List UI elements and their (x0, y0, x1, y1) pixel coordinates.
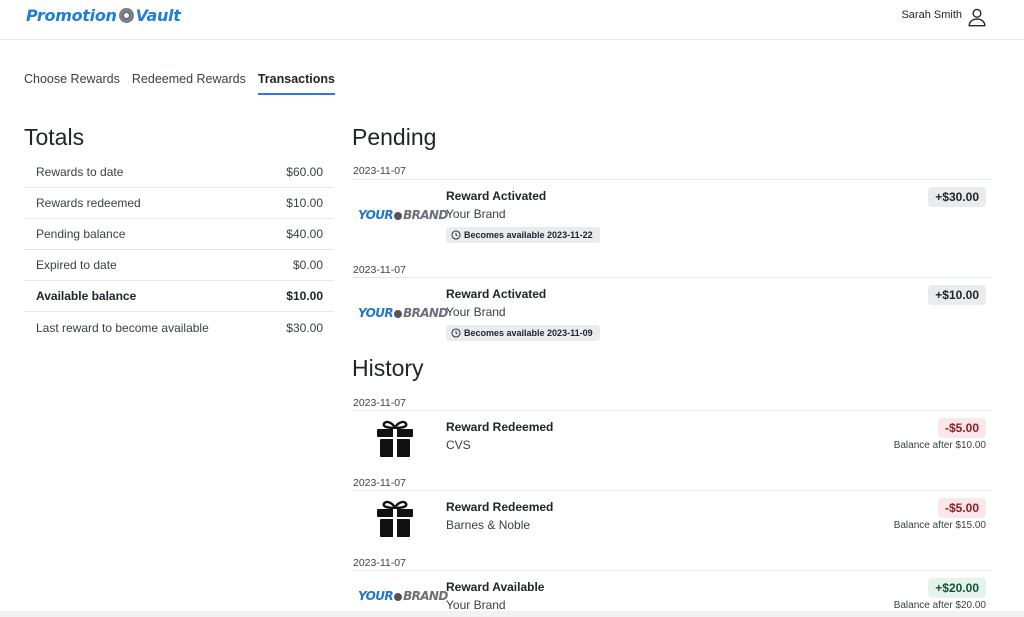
balance-after: Balance after $15.00 (893, 520, 986, 531)
totals-value: $40.00 (286, 227, 323, 241)
transaction-brand: Your Brand (446, 207, 506, 221)
tab-transactions[interactable]: Transactions (257, 70, 335, 95)
availability-chip: Becomes available 2023-11-09 (446, 325, 600, 341)
promotion-vault-logo[interactable]: Promotion Vault (26, 6, 181, 25)
brand-logo-left: YOUR (358, 208, 394, 222)
pending-transaction[interactable]: YOUR BRAND Reward Activated Your Brand Be… (352, 277, 992, 347)
top-header: Promotion Vault Sarah Smith (0, 0, 1024, 40)
totals-label: Expired to date (36, 258, 117, 272)
availability-text: Becomes available 2023-11-09 (464, 328, 593, 338)
your-brand-logo: YOUR BRAND (358, 306, 448, 320)
brand-logo-right: BRAND (403, 306, 448, 320)
totals-value: $30.00 (286, 320, 323, 335)
history-transaction[interactable]: YOUR BRAND Reward Available Your Brand +$… (352, 570, 992, 617)
availability-chip: Becomes available 2023-11-22 (446, 227, 600, 243)
user-profile-icon[interactable] (966, 6, 988, 28)
brand-logo-dot (394, 211, 403, 220)
gift-icon (377, 420, 413, 457)
brand-logo-left: YOUR (358, 306, 394, 320)
transaction-brand: Barnes & Noble (446, 518, 531, 532)
totals-value: $60.00 (286, 165, 323, 179)
availability-text: Becomes available 2023-11-22 (464, 230, 593, 240)
transaction-title: Reward Activated (446, 287, 547, 301)
transaction-brand: Your Brand (446, 305, 506, 319)
history-heading: History (352, 355, 424, 381)
logo-text-left: Promotion (26, 6, 117, 25)
totals-label: Available balance (36, 289, 137, 303)
totals-value: $10.00 (286, 289, 323, 303)
totals-row: Last reward to become available $30.00 (24, 312, 334, 343)
totals-heading: Totals (24, 124, 85, 150)
tab-bar: Choose Rewards Redeemed Rewards Transact… (24, 70, 347, 96)
balance-after: Balance after $20.00 (893, 600, 986, 611)
brand-logo-dot (394, 592, 403, 601)
brand-logo-right: BRAND (403, 208, 448, 222)
tab-choose-rewards[interactable]: Choose Rewards (24, 70, 120, 95)
totals-label: Rewards to date (36, 165, 124, 179)
transaction-title: Reward Redeemed (446, 420, 554, 434)
totals-row: Expired to date $0.00 (24, 250, 334, 281)
totals-label: Last reward to become available (36, 320, 209, 335)
user-name[interactable]: Sarah Smith (901, 9, 962, 21)
totals-table: Rewards to date $60.00 Rewards redeemed … (24, 157, 334, 343)
transaction-amount: +$10.00 (928, 285, 986, 305)
transaction-title: Reward Redeemed (446, 500, 554, 514)
brand-logo-dot (394, 309, 403, 318)
transaction-amount: +$30.00 (928, 187, 986, 207)
transaction-title: Reward Activated (446, 189, 547, 203)
totals-row: Pending balance $40.00 (24, 219, 334, 250)
logo-text-right: Vault (135, 6, 181, 25)
history-transaction[interactable]: Reward Redeemed Barnes & Noble -$5.00 Ba… (352, 490, 992, 556)
transaction-amount: -$5.00 (937, 498, 986, 518)
totals-row: Rewards to date $60.00 (24, 157, 334, 188)
pending-heading: Pending (352, 124, 437, 150)
transaction-brand: Your Brand (446, 598, 506, 612)
clock-icon (451, 328, 461, 338)
transaction-amount: +$20.00 (928, 578, 986, 598)
gift-icon (377, 500, 413, 537)
tab-redeemed-rewards[interactable]: Redeemed Rewards (132, 70, 246, 95)
vault-dial-icon (118, 8, 134, 23)
transaction-date: 2023-11-07 (353, 165, 406, 177)
clock-icon (451, 230, 461, 240)
brand-logo-left: YOUR (358, 589, 394, 603)
transaction-amount: -$5.00 (937, 418, 986, 438)
brand-logo-right: BRAND (403, 589, 448, 603)
totals-row: Rewards redeemed $10.00 (24, 188, 334, 219)
totals-value: $0.00 (292, 258, 323, 272)
totals-row-available-balance: Available balance $10.00 (24, 281, 334, 312)
totals-label: Pending balance (36, 227, 126, 241)
your-brand-logo: YOUR BRAND (358, 208, 448, 222)
your-brand-logo: YOUR BRAND (358, 589, 448, 603)
bottom-edge (0, 611, 1024, 617)
totals-value: $10.00 (286, 196, 323, 210)
transaction-date: 2023-11-07 (353, 264, 406, 276)
transaction-date: 2023-11-07 (353, 557, 406, 569)
transaction-title: Reward Available (446, 580, 545, 594)
totals-label: Rewards redeemed (36, 196, 141, 210)
transaction-date: 2023-11-07 (353, 477, 406, 489)
transaction-date: 2023-11-07 (353, 397, 406, 409)
pending-transaction[interactable]: YOUR BRAND Reward Activated Your Brand Be… (352, 179, 992, 249)
transaction-brand: CVS (446, 438, 471, 452)
balance-after: Balance after $10.00 (893, 440, 986, 451)
history-transaction[interactable]: Reward Redeemed CVS -$5.00 Balance after… (352, 410, 992, 476)
